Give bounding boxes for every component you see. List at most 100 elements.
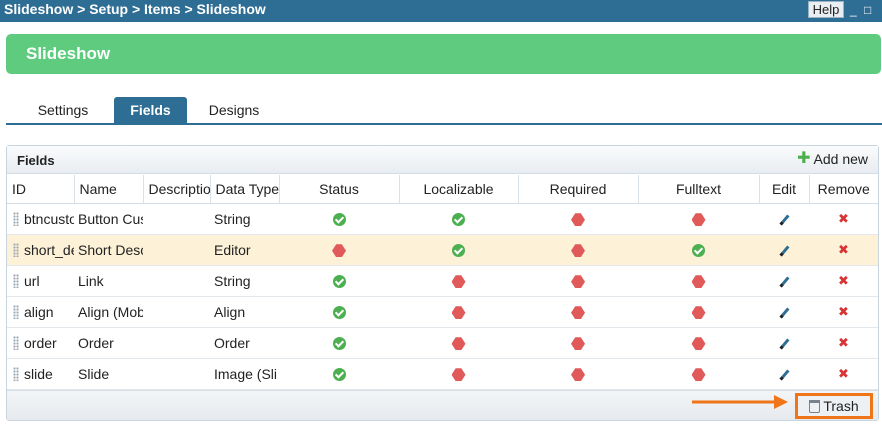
cell-localizable[interactable] [399, 265, 518, 297]
cell-required[interactable] [518, 265, 638, 297]
drag-handle-icon[interactable] [13, 335, 19, 350]
cell-fulltext[interactable] [638, 327, 759, 359]
table-row[interactable]: short_de Short Desc Editor ✖ [7, 234, 878, 266]
cell-edit[interactable] [759, 327, 809, 359]
localizable-check-icon [452, 213, 465, 227]
remove-x-icon[interactable]: ✖ [838, 335, 849, 351]
cell-localizable[interactable] [399, 203, 518, 235]
column-header-fulltext[interactable]: Fulltext [638, 175, 760, 204]
cell-fulltext[interactable] [638, 296, 759, 328]
field-id: order [24, 334, 57, 351]
cell-localizable[interactable] [399, 296, 518, 328]
table-row[interactable]: btncusto Button Cus String ✖ [7, 203, 878, 235]
cell-status[interactable] [279, 296, 399, 328]
fulltext-off-icon [691, 275, 706, 289]
drag-handle-icon[interactable] [13, 242, 19, 257]
cell-name: Short Desc [74, 234, 143, 266]
column-header-description[interactable]: Descriptio [143, 175, 211, 204]
remove-x-icon[interactable]: ✖ [838, 304, 849, 320]
minimize-icon[interactable]: _ [850, 3, 857, 17]
trash-button[interactable]: Trash [795, 393, 873, 419]
cell-required[interactable] [518, 234, 638, 266]
cell-fulltext[interactable] [638, 358, 759, 390]
drag-handle-icon[interactable] [13, 304, 19, 319]
remove-x-icon[interactable]: ✖ [838, 273, 849, 289]
cell-status[interactable] [279, 234, 399, 266]
cell-name: Slide [74, 358, 143, 390]
cell-remove[interactable]: ✖ [809, 296, 878, 328]
cell-data-type: Order [210, 327, 279, 359]
fulltext-off-icon [691, 306, 706, 320]
column-header-id[interactable]: ID [7, 175, 75, 204]
field-id: slide [24, 365, 53, 382]
column-header-status[interactable]: Status [279, 175, 400, 204]
cell-fulltext[interactable] [638, 234, 759, 266]
add-new-button[interactable]: ✚ Add new [797, 151, 868, 168]
add-new-label: Add new [813, 151, 868, 167]
cell-required[interactable] [518, 296, 638, 328]
cell-data-type: Editor [210, 234, 279, 266]
tab-fields[interactable]: Fields [114, 97, 187, 123]
remove-x-icon[interactable]: ✖ [838, 366, 849, 382]
help-button[interactable]: Help [808, 1, 844, 18]
column-header-required[interactable]: Required [518, 175, 639, 204]
cell-remove[interactable]: ✖ [809, 358, 878, 390]
pencil-icon[interactable] [778, 245, 790, 257]
remove-x-icon[interactable]: ✖ [838, 242, 849, 258]
cell-localizable[interactable] [399, 327, 518, 359]
cell-edit[interactable] [759, 234, 809, 266]
cell-status[interactable] [279, 327, 399, 359]
fulltext-off-icon [691, 368, 706, 382]
cell-description [143, 234, 210, 266]
cell-description [143, 203, 210, 235]
cell-remove[interactable]: ✖ [809, 327, 878, 359]
cell-remove[interactable]: ✖ [809, 234, 878, 266]
panel-header: Fields ✚ Add new [7, 146, 878, 174]
cell-required[interactable] [518, 358, 638, 390]
cell-edit[interactable] [759, 296, 809, 328]
pencil-icon[interactable] [778, 369, 790, 381]
cell-remove[interactable]: ✖ [809, 203, 878, 235]
cell-localizable[interactable] [399, 234, 518, 266]
pencil-icon[interactable] [778, 214, 790, 226]
column-header-data-type[interactable]: Data Type [210, 175, 280, 204]
fulltext-off-icon [691, 213, 706, 227]
drag-handle-icon[interactable] [13, 366, 19, 381]
required-off-icon [571, 368, 585, 382]
drag-handle-icon[interactable] [13, 211, 19, 226]
cell-required[interactable] [518, 327, 638, 359]
pencil-icon[interactable] [778, 338, 790, 350]
cell-status[interactable] [279, 358, 399, 390]
cell-required[interactable] [518, 203, 638, 235]
cell-edit[interactable] [759, 358, 809, 390]
column-header-localizable[interactable]: Localizable [399, 175, 519, 204]
drag-handle-icon[interactable] [13, 273, 19, 288]
maximize-icon[interactable]: □ [864, 3, 871, 17]
column-header-remove: Remove [809, 175, 878, 204]
cell-description [143, 327, 210, 359]
cell-remove[interactable]: ✖ [809, 265, 878, 297]
table-row[interactable]: url Link String ✖ [7, 265, 878, 297]
cell-edit[interactable] [759, 203, 809, 235]
table-row[interactable]: order Order Order ✖ [7, 327, 878, 359]
tab-designs[interactable]: Designs [200, 97, 268, 123]
localizable-check-icon [452, 244, 465, 258]
remove-x-icon[interactable]: ✖ [838, 211, 849, 227]
required-off-icon [571, 337, 585, 351]
cell-id: slide [7, 358, 74, 390]
cell-localizable[interactable] [399, 358, 518, 390]
cell-status[interactable] [279, 265, 399, 297]
field-id: btncusto [24, 210, 74, 227]
pencil-icon[interactable] [778, 307, 790, 319]
table-row[interactable]: align Align (Mob Align ✖ [7, 296, 878, 328]
cell-fulltext[interactable] [638, 265, 759, 297]
cell-fulltext[interactable] [638, 203, 759, 235]
tab-settings[interactable]: Settings [28, 97, 98, 123]
table-row[interactable]: slide Slide Image (Sli ✖ [7, 358, 878, 390]
cell-id: align [7, 296, 74, 328]
cell-edit[interactable] [759, 265, 809, 297]
column-header-name[interactable]: Name [74, 175, 144, 204]
pencil-icon[interactable] [778, 276, 790, 288]
cell-status[interactable] [279, 203, 399, 235]
cell-id: short_de [7, 234, 74, 266]
